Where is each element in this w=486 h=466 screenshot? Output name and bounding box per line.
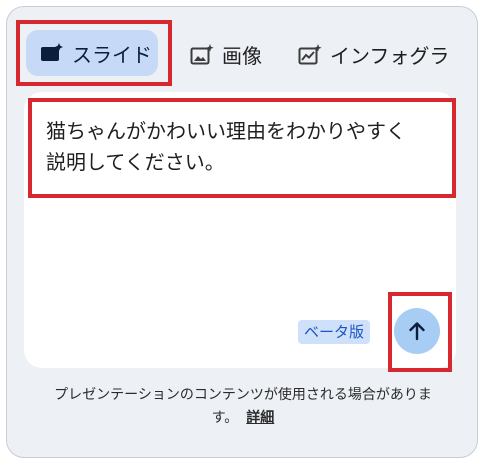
chart-sparkle-icon [298,43,322,65]
tab-image[interactable]: 画像 [190,28,262,80]
image-sparkle-icon [190,43,214,65]
tab-infographic-label: インフォグラ [330,43,450,68]
usage-notice-line2: す。 [211,410,239,426]
highlight-outline-prompt [28,98,456,198]
usage-notice: プレゼンテーションのコンテンツが使用される場合がありま す。 詳細 [10,384,476,430]
highlight-outline-slides-tab [16,20,172,86]
tab-infographic[interactable]: インフォグラ [298,28,449,80]
highlight-outline-send [388,292,452,372]
beta-badge: ベータ版 [298,320,371,344]
details-link[interactable]: 詳細 [246,410,274,426]
usage-notice-line1: プレゼンテーションのコンテンツが使用される場合がありま [54,387,432,403]
tab-image-label: 画像 [222,43,262,68]
